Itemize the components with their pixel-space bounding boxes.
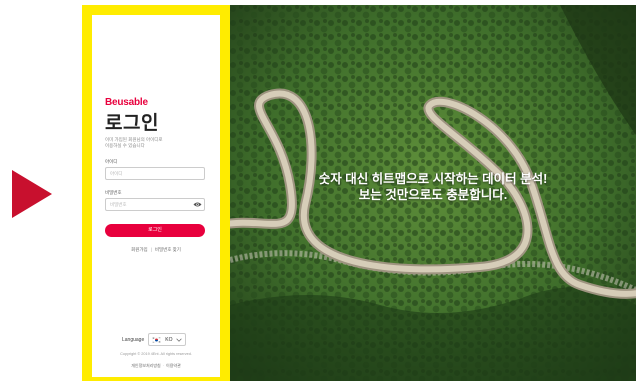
language-value: KO [165,336,173,343]
brand-logo: Beusable [105,97,148,108]
page-title: 로그인 [105,113,159,134]
hero-headline-line: 보는 것만으로도 충분합니다. [358,188,508,202]
footer-links: 개인정보처리방침 · 이용약관 [92,363,220,369]
link-separator: | [150,247,152,252]
chevron-down-icon [176,338,182,342]
password-input[interactable] [105,198,205,211]
login-panel: Beusable 로그인 이미 가입된 회원님의 아이디로 이용하실 수 있습니… [92,15,220,377]
privacy-link[interactable]: 개인정보처리방침 [131,363,160,368]
hero-headline-line: 숫자 대신 히트맵으로 시작하는 데이터 분석! [318,172,548,186]
find-password-link[interactable]: 비밀번호 찾기 [155,247,181,252]
password-label: 비밀번호 [105,190,122,195]
signup-link[interactable]: 회원가입 [131,247,148,252]
description-line: 이용하실 수 있습니다 [105,143,145,148]
hero-image: 숫자 대신 히트맵으로 시작하는 데이터 분석! 보는 것만으로도 충분합니다. [230,5,636,381]
footer-separator: · [162,363,165,368]
eye-icon[interactable] [193,201,202,208]
language-row: Language KO [122,333,187,346]
id-label: 아이디 [105,159,118,164]
account-links: 회원가입 | 비밀번호 찾기 [92,247,220,253]
login-description: 이미 가입된 회원님의 아이디로 이용하실 수 있습니다 [105,137,205,149]
login-button[interactable]: 로그인 [105,224,205,237]
language-label: Language [122,336,145,343]
terms-link[interactable]: 이용약관 [166,363,181,368]
hero-headline: 숫자 대신 히트맵으로 시작하는 데이터 분석! 보는 것만으로도 충분합니다. [230,171,636,203]
korea-flag-icon [152,336,162,343]
id-input[interactable] [105,167,205,180]
copyright-text: Copyright © 2019 4Ent. All rights reserv… [120,352,192,356]
pointer-arrow-icon [12,170,52,218]
language-select[interactable]: KO [148,333,187,346]
